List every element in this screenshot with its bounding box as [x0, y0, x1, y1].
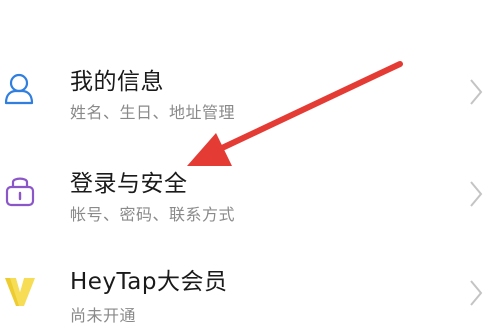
heytap-v-icon — [5, 278, 35, 306]
settings-item-title: 登录与安全 — [70, 171, 188, 197]
account-settings-screen: 我的信息 姓名、生日、地址管理 登录与安全 帐号、密码、联系方式 HeyTap大… — [0, 0, 500, 333]
chevron-right-icon — [470, 79, 483, 105]
settings-item-subtitle: 帐号、密码、联系方式 — [70, 205, 236, 224]
person-icon — [4, 73, 34, 105]
settings-item-subtitle: 尚未开通 — [70, 306, 137, 325]
settings-item-my-info[interactable]: 我的信息 姓名、生日、地址管理 — [0, 28, 500, 132]
settings-item-title: 我的信息 — [70, 69, 164, 95]
lock-icon — [5, 177, 35, 207]
chevron-right-icon — [470, 280, 483, 306]
settings-item-subtitle: 姓名、生日、地址管理 — [70, 103, 236, 122]
settings-item-title: HeyTap大会员 — [70, 269, 228, 295]
settings-item-login-security[interactable]: 登录与安全 帐号、密码、联系方式 — [0, 130, 500, 234]
settings-item-heytap-membership[interactable]: HeyTap大会员 尚未开通 — [0, 232, 500, 333]
chevron-right-icon — [470, 181, 483, 207]
